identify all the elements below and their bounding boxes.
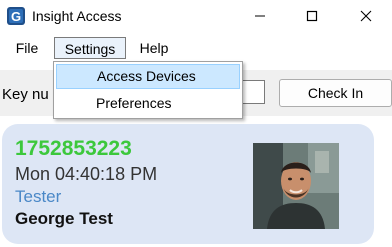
menu-bar: File Settings Help [0,35,392,61]
menu-file[interactable]: File [10,37,44,59]
checkin-card: 1752853223 Mon 04:40:18 PM Tester George… [2,124,374,244]
title-bar: G Insight Access [0,0,392,32]
minimize-button[interactable] [238,0,282,32]
menu-help[interactable]: Help [132,37,176,59]
maximize-icon [306,10,318,22]
svg-text:G: G [11,9,21,24]
window-title: Insight Access [32,8,122,24]
key-number-label: Key nu [2,86,49,103]
person-role: Tester [15,187,62,206]
checkin-time: Mon 04:40:18 PM [15,164,158,184]
check-in-button[interactable]: Check In [279,79,392,107]
close-icon [360,10,372,22]
settings-dropdown-menu: Access Devices Preferences [53,61,243,119]
minimize-icon [255,15,265,17]
card-id-number: 1752853223 [15,137,132,160]
person-name: George Test [15,209,113,228]
close-button[interactable] [344,0,388,32]
app-logo-icon: G [7,7,25,25]
menu-settings[interactable]: Settings [54,37,126,59]
menu-item-access-devices[interactable]: Access Devices [56,64,240,89]
user-photo [253,143,339,229]
maximize-button[interactable] [290,0,334,32]
menu-item-preferences[interactable]: Preferences [56,91,240,116]
